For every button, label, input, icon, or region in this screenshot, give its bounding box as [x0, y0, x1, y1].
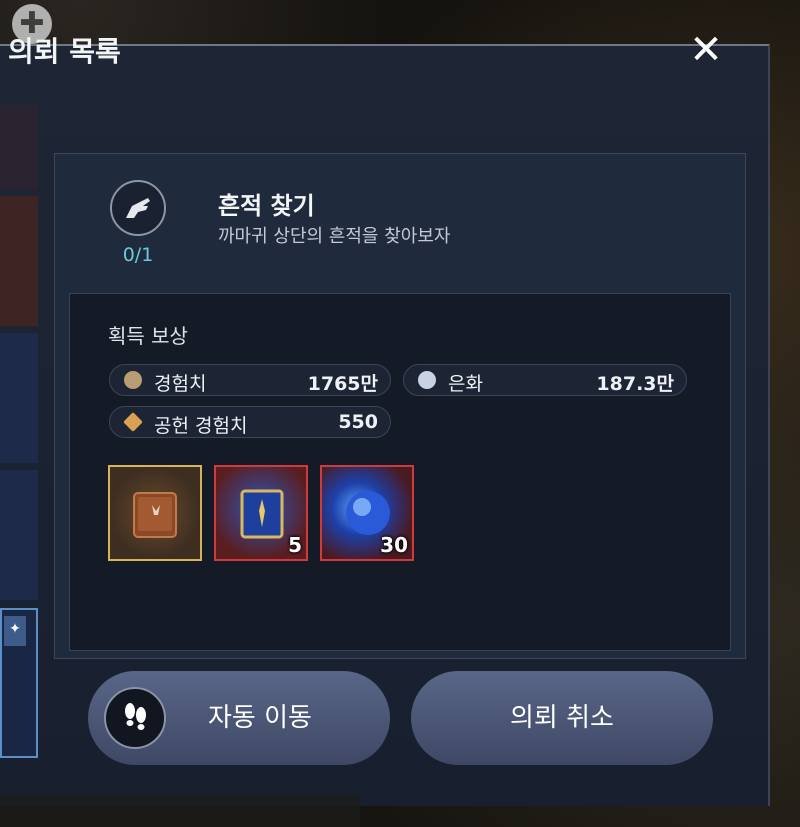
auto-move-button[interactable]: 자동 이동	[88, 671, 390, 765]
quest-list-item[interactable]	[0, 105, 38, 189]
quest-description: 까마귀 상단의 흔적을 찾아보자	[218, 226, 451, 247]
reward-contribution-label: 공헌 경험치	[154, 415, 248, 437]
reward-label: 획득 보상	[108, 324, 188, 348]
footsteps-icon	[104, 687, 166, 749]
reward-contribution-value: 550	[338, 411, 378, 433]
close-icon[interactable]: ✕	[684, 30, 728, 74]
quest-progress: 0/1	[122, 244, 154, 266]
reward-exp-label: 경험치	[154, 373, 207, 395]
quest-title: 흔적 찾기	[218, 192, 315, 220]
panel-title: 의뢰 목록	[8, 35, 121, 68]
hand-icon	[110, 180, 166, 236]
reward-exp-value: 1765만	[307, 373, 378, 395]
reward-silver: 은화 187.3만	[403, 364, 687, 396]
reward-contribution: 공헌 경험치 550	[109, 406, 391, 438]
bottom-hotbar	[0, 795, 360, 827]
silver-icon	[418, 371, 436, 389]
reward-silver-value: 187.3만	[596, 373, 674, 395]
contribution-icon	[123, 412, 143, 432]
item-quantity: 5	[288, 533, 302, 557]
reward-silver-label: 은화	[448, 373, 483, 395]
quest-list-item[interactable]	[0, 333, 38, 463]
reward-exp: 경험치 1765만	[109, 364, 391, 396]
reward-item-book[interactable]	[108, 465, 202, 561]
cancel-quest-button[interactable]: 의뢰 취소	[411, 671, 713, 765]
reward-item-scroll[interactable]: 5	[214, 465, 308, 561]
auto-move-label: 자동 이동	[208, 703, 312, 733]
pin-icon: ✦	[4, 616, 26, 646]
exp-icon	[124, 371, 142, 389]
quest-list-item[interactable]	[0, 470, 38, 600]
book-icon	[133, 492, 177, 538]
scroll-icon	[240, 489, 284, 539]
quest-list-item[interactable]	[0, 196, 38, 326]
item-quantity: 30	[380, 533, 408, 557]
quest-list-item-selected[interactable]: ✦	[0, 608, 38, 758]
reward-item-orb[interactable]: 30	[320, 465, 414, 561]
cancel-quest-label: 의뢰 취소	[510, 703, 614, 733]
